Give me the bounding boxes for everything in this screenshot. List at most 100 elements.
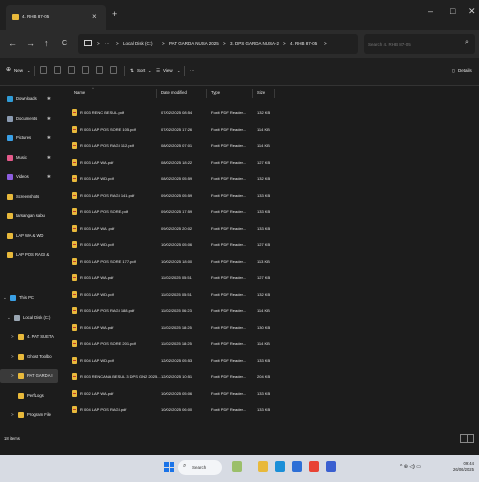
- column-divider[interactable]: [206, 89, 207, 98]
- sidebar-item[interactable]: Downloads ✱: [0, 92, 58, 106]
- file-row[interactable]: R 002 LAP WA.pdf 10/02/2025 05:06 Foxit PD…: [70, 387, 280, 401]
- file-row[interactable]: R 003 RENC BESUL.pdf 07/02/2025 08:54 Foxi…: [70, 106, 280, 120]
- column-header-size[interactable]: Size: [257, 90, 265, 95]
- sidebar-item[interactable]: tarsangan sabu: [0, 209, 58, 223]
- file-date: 09/02/2025 20:02: [161, 225, 193, 231]
- sidebar-item[interactable]: LAP WA & WD: [0, 229, 58, 243]
- sidebar-item[interactable]: LAP POS RAGI &: [0, 248, 58, 262]
- tree-item[interactable]: > Program File: [0, 408, 58, 422]
- widgets-icon[interactable]: [232, 461, 242, 472]
- column-header-date[interactable]: Date modified: [161, 90, 187, 95]
- breadcrumb-item[interactable]: 4. RHB 87-05: [290, 41, 317, 46]
- breadcrumb-item[interactable]: 3. DPS GARDA NUSA-2: [230, 41, 279, 46]
- close-window-button[interactable]: ✕: [468, 6, 476, 17]
- back-button[interactable]: ←: [8, 38, 17, 48]
- file-row[interactable]: R 003 LAP WA.pdf 11/02/2025 05:51 Foxit PD…: [70, 271, 280, 285]
- view-button[interactable]: View: [163, 68, 173, 73]
- file-row[interactable]: R 003 LAP POS SORE 177.pdf 10/02/2025 18:…: [70, 255, 280, 269]
- start-button[interactable]: [164, 462, 174, 472]
- chevron-icon[interactable]: >: [11, 373, 14, 378]
- clock[interactable]: 09:44 26/06/2025: [453, 461, 474, 473]
- details-button[interactable]: Details: [458, 68, 472, 73]
- paste-icon[interactable]: [68, 66, 75, 74]
- copy-icon[interactable]: [54, 66, 61, 74]
- tree-item[interactable]: PerfLogs: [0, 389, 58, 403]
- taskbar-search[interactable]: ⌕ Search: [178, 460, 222, 475]
- file-row[interactable]: R 004 LAP POS SORE 201.pdf 11/02/2025 18:…: [70, 337, 280, 351]
- sidebar-item[interactable]: Music ✱: [0, 151, 58, 165]
- file-row[interactable]: R 003 LAP POS RAGI 188.pdf 11/02/2025 06:…: [70, 304, 280, 318]
- pin-icon[interactable]: ✱: [47, 96, 51, 102]
- column-header-type[interactable]: Type: [211, 90, 220, 95]
- windows-logo-icon: [169, 467, 174, 472]
- system-tray[interactable]: ^ ⊛ ◁) ▭: [400, 464, 421, 470]
- chevron-icon[interactable]: >: [11, 334, 14, 339]
- chrome-icon[interactable]: [309, 461, 319, 472]
- cut-icon[interactable]: [40, 66, 47, 74]
- file-row[interactable]: R 004 LAP WA.pdf 11/02/2025 18:25 Foxit PD…: [70, 321, 280, 335]
- minimize-button[interactable]: –: [428, 6, 433, 16]
- tree-item[interactable]: > Ghost Toolbo: [0, 350, 58, 364]
- sort-button[interactable]: Sort: [137, 68, 145, 73]
- file-row[interactable]: R 003 LAP POS SORE 105.pdf 07/02/2025 17:…: [70, 123, 280, 137]
- tree-item[interactable]: ⌄ Local Disk (C:): [0, 311, 58, 325]
- file-size: 113 KB: [257, 258, 270, 264]
- pin-icon[interactable]: ✱: [47, 116, 51, 122]
- view-toggle-icon[interactable]: [460, 434, 474, 443]
- sidebar-item[interactable]: Screenshots: [0, 190, 58, 204]
- more-options-button[interactable]: ···: [190, 68, 195, 73]
- column-divider[interactable]: [156, 89, 157, 98]
- file-row[interactable]: R 003 LAP POS RAGI 112.pdf 08/02/2025 07:…: [70, 139, 280, 153]
- file-row[interactable]: R 004 LAP POS RAGI.pdf 10/02/2025 06:00 Fo…: [70, 403, 280, 417]
- pin-icon[interactable]: ✱: [47, 155, 51, 161]
- file-row[interactable]: R 004 LAP WD.pdf 12/02/2025 05:53 Foxit PD…: [70, 354, 280, 368]
- sidebar-item[interactable]: Videos ✱: [0, 170, 58, 184]
- search-box[interactable]: ⌕: [364, 34, 475, 54]
- file-row[interactable]: R 003 LAP WD.pdf 08/02/2025 05:59 Foxit PD…: [70, 172, 280, 186]
- breadcrumb-item[interactable]: Local Disk (C:): [123, 41, 153, 46]
- new-button[interactable]: New: [14, 68, 23, 73]
- sidebar-item[interactable]: Pictures ✱: [0, 131, 58, 145]
- breadcrumb-more[interactable]: ···: [105, 41, 110, 46]
- file-row[interactable]: R 003 RENCANA BESUL 3 DPS GN2 2025... 12/…: [70, 370, 280, 384]
- delete-icon[interactable]: [110, 66, 117, 74]
- file-size: 133 KB: [257, 192, 271, 198]
- chevron-icon[interactable]: >: [11, 354, 14, 359]
- column-divider[interactable]: [274, 89, 275, 98]
- up-button[interactable]: ↑: [44, 38, 49, 48]
- tree-item[interactable]: > PAT GARDA I: [0, 369, 58, 383]
- file-row[interactable]: R 003 LAP WD.pdf 11/02/2025 05:51 Foxit PD…: [70, 288, 280, 302]
- store-icon[interactable]: [292, 461, 302, 472]
- share-icon[interactable]: [96, 66, 103, 74]
- file-row[interactable]: R 003 LAP POS SORE.pdf 09/02/2025 17:59 Fo…: [70, 205, 280, 219]
- file-row[interactable]: R 003 LAP WA.pdf 08/02/2025 18:22 Foxit PD…: [70, 156, 280, 170]
- tree-item[interactable]: ⌄ This PC: [0, 291, 58, 305]
- breadcrumb-item[interactable]: PAT GARDA NUSA 2025: [169, 41, 219, 46]
- refresh-button[interactable]: C: [62, 40, 67, 47]
- column-header-name[interactable]: Name: [74, 90, 85, 95]
- file-date: 09/02/2025 17:59: [161, 209, 193, 214]
- pin-icon[interactable]: ✱: [47, 174, 51, 180]
- file-explorer-icon[interactable]: [258, 461, 268, 472]
- chevron-icon[interactable]: >: [11, 412, 14, 417]
- breadcrumb[interactable]: > ··· > Local Disk (C:) > PAT GARDA NUSA…: [78, 34, 358, 54]
- edge-icon[interactable]: [275, 461, 285, 472]
- file-row[interactable]: R 003 LAP WD.pdf 10/02/2025 05:06 Foxit PD…: [70, 238, 280, 252]
- column-divider[interactable]: [252, 89, 253, 98]
- pin-icon[interactable]: ✱: [47, 135, 51, 141]
- tab-current[interactable]: 4. RHB 87-05 ×: [6, 5, 106, 30]
- new-tab-button[interactable]: +: [112, 9, 117, 19]
- maximize-button[interactable]: □: [450, 6, 455, 16]
- chevron-icon[interactable]: ⌄: [7, 315, 11, 321]
- rename-icon[interactable]: [82, 66, 89, 74]
- file-size: 130 KB: [257, 324, 271, 330]
- sidebar-item[interactable]: Documents ✱: [0, 112, 58, 126]
- tree-item[interactable]: >4. PAT SUETA: [0, 330, 58, 344]
- file-row[interactable]: R 003 LAP POS RAGI 141.pdf 09/02/2025 05:…: [70, 189, 280, 203]
- search-input[interactable]: [368, 39, 458, 49]
- chevron-icon[interactable]: ⌄: [3, 295, 7, 301]
- forward-button[interactable]: →: [26, 38, 35, 48]
- app-icon[interactable]: [326, 461, 336, 472]
- close-tab-icon[interactable]: ×: [92, 12, 97, 21]
- file-row[interactable]: R 003 LAP WA .pdf 09/02/2025 20:02 Foxit P…: [70, 222, 280, 236]
